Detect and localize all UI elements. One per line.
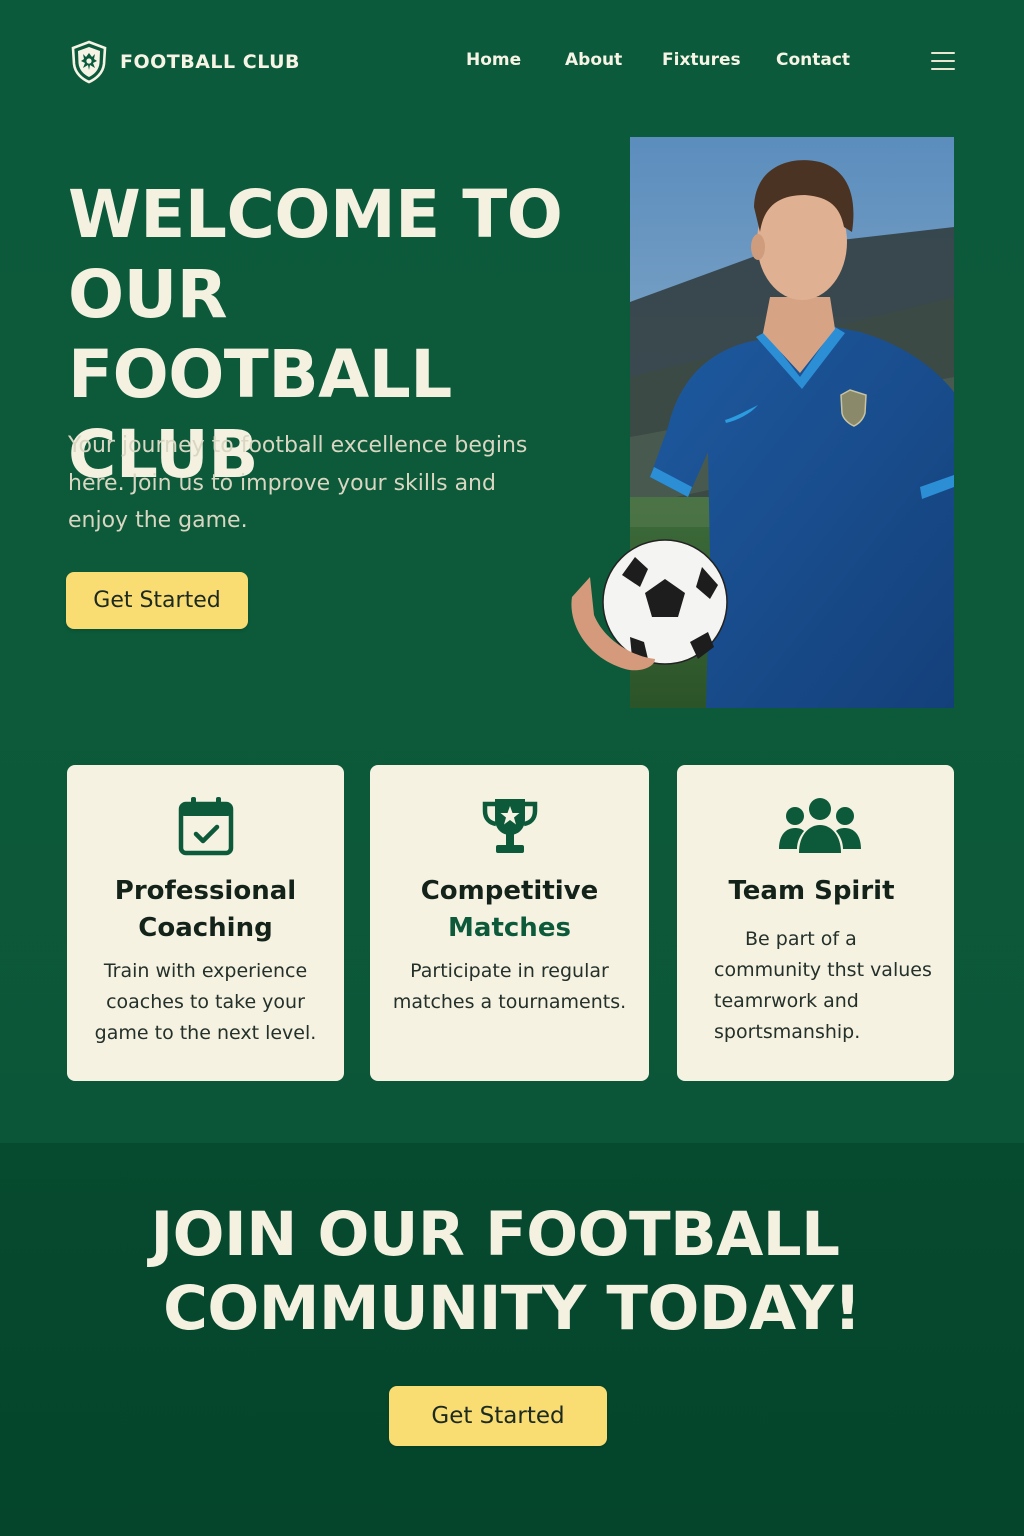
feature-text-line: coaches to take your (106, 991, 305, 1013)
shield-crest-icon (71, 40, 107, 84)
hero-title-line: OUR FOOTBALL (68, 256, 452, 413)
feature-text-line: Be part of a (745, 928, 857, 950)
feature-text-line: matches a tournaments. (392, 991, 627, 1013)
trophy-icon (482, 799, 537, 853)
team-group-icon (779, 798, 861, 853)
feature-text-line: game to the next level. (94, 1022, 317, 1044)
feature-text-line: Train with experience (103, 960, 308, 982)
hamburger-menu-icon[interactable] (931, 52, 955, 72)
feature-title-line: Competitive (420, 876, 599, 906)
hero-get-started-button[interactable]: Get Started (66, 572, 248, 629)
hero-subtitle-line: enjoy the game. (68, 508, 248, 533)
feature-title-line: Professional (114, 876, 297, 906)
feature-card-matches[interactable]: Competitive Matches Participate in regul… (370, 765, 649, 1081)
feature-title-line: Matches (448, 913, 571, 943)
navbar: FOOTBALL CLUB Home About Fixtures Contac… (0, 0, 1024, 120)
hero-subtitle-line: here. Join us to improve your skills and (68, 470, 496, 496)
feature-text-line: community thst values (714, 959, 932, 981)
feature-title-line: Team Spirit (728, 876, 895, 906)
feature-title-line: Coaching (138, 913, 273, 943)
hero-subtitle: Your journey to football excellence begi… (68, 427, 568, 540)
page: FOOTBALL CLUB Home About Fixtures Contac… (0, 0, 1024, 1536)
hero-title-line: WELCOME TO (68, 176, 563, 253)
cta-title: JOIN OUR FOOTBALL COMMUNITY TODAY! (0, 1198, 1024, 1346)
feature-title: Team Spirit (673, 873, 950, 910)
nav-link-contact[interactable]: Contact (776, 50, 850, 70)
feature-title: Competitive Matches (370, 873, 649, 947)
player-illustration (571, 137, 954, 708)
brand[interactable]: FOOTBALL CLUB (70, 40, 300, 84)
nav-link-home[interactable]: Home (466, 50, 521, 70)
feature-text-line: teamrwork and (714, 990, 859, 1012)
cta-title-line: COMMUNITY TODAY! (163, 1273, 861, 1344)
football-player-holding-ball-photo (571, 137, 954, 708)
cta-title-line: JOIN OUR FOOTBALL (150, 1199, 840, 1270)
feature-text-line: Participate in regular (410, 960, 609, 982)
brand-name: FOOTBALL CLUB (120, 51, 301, 73)
feature-text-line: sportsmanship. (714, 1021, 861, 1043)
feature-text: Participate in regular matches a tournam… (370, 956, 649, 1018)
feature-card-coaching[interactable]: Professional Coaching Train with experie… (67, 765, 344, 1081)
feature-title: Professional Coaching (67, 873, 344, 947)
feature-text: Train with experience coaches to take yo… (67, 956, 344, 1049)
nav-link-about[interactable]: About (565, 50, 622, 70)
nav-link-fixtures[interactable]: Fixtures (662, 50, 741, 70)
feature-card-team-spirit[interactable]: Team Spirit Be part of a community thst … (677, 765, 954, 1081)
feature-text: Be part of a community thst values teamr… (714, 924, 944, 1048)
hero-subtitle-line: Your journey to football excellence begi… (68, 433, 528, 458)
cta-get-started-button[interactable]: Get Started (389, 1386, 607, 1446)
calendar-check-icon (178, 797, 233, 856)
